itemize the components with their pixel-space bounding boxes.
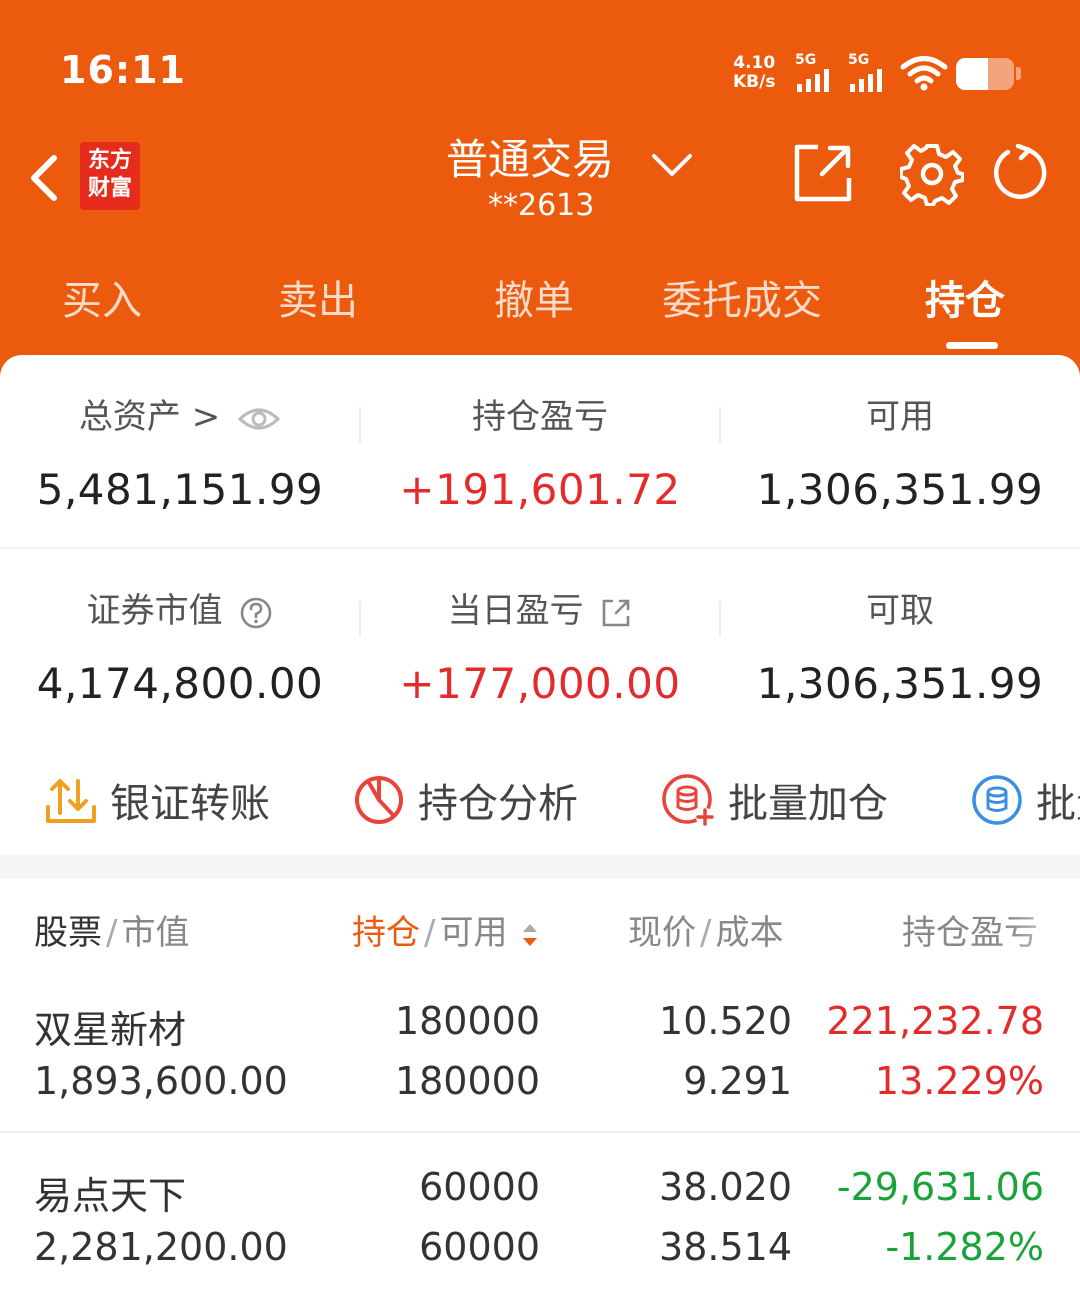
tab-sell[interactable]: 卖出 — [278, 268, 358, 326]
sort-icon — [523, 923, 538, 946]
page-title: 普通交易 — [446, 135, 615, 184]
position-pl-value: +191,601.72 — [399, 465, 681, 514]
column-stock: 股票 / 市值 — [34, 913, 190, 953]
help-icon[interactable] — [239, 596, 273, 630]
status-bar: 16:11 4.10 KB/s 5G 5G — [0, 0, 1080, 110]
profit-loss-amount: 221,232.78 — [826, 999, 1044, 1043]
available-qty: 60000 — [419, 1225, 540, 1269]
signal-1-icon: 5G — [795, 52, 839, 92]
eye-icon[interactable] — [237, 404, 281, 434]
daily-profit-loss[interactable]: 当日盈亏 +177,000.00 — [360, 589, 720, 708]
trade-tabs: 买入 卖出 撤单 委托成交 持仓 — [0, 250, 1080, 350]
available-value: 1,306,351.99 — [756, 465, 1044, 514]
column-position-sort[interactable]: 持仓 / 可用 — [352, 905, 540, 954]
wifi-icon — [900, 56, 948, 91]
column-price: 现价 / 成本 — [628, 913, 784, 953]
cost-price: 9.291 — [683, 1059, 792, 1103]
batch-button[interactable]: 批量 — [970, 770, 1080, 830]
stock-name: 易点天下 — [34, 1174, 187, 1218]
total-assets-value: 5,481,151.99 — [36, 465, 324, 514]
positions-panel: 总资产 > 5,481,151.99 持仓盈亏 +191,601.72 可用 1… — [0, 355, 1080, 1303]
signal-2-icon: 5G — [848, 52, 892, 92]
cost-price: 38.514 — [659, 1225, 792, 1269]
back-icon[interactable] — [26, 150, 62, 206]
market-value-value: 4,174,800.00 — [36, 659, 324, 708]
account-switcher[interactable]: 普通交易 **2613 — [440, 126, 700, 226]
database-icon — [972, 775, 1022, 825]
position-analysis-button[interactable]: 持仓分析 — [352, 770, 578, 830]
profit-loss-percent: 13.229% — [874, 1059, 1044, 1103]
pie-chart-icon — [355, 776, 403, 824]
status-time: 16:11 — [60, 48, 186, 92]
database-add-icon — [662, 774, 714, 826]
withdrawable-funds: 可取 1,306,351.99 — [720, 589, 1080, 708]
active-tab-indicator — [946, 342, 998, 349]
withdrawable-value: 1,306,351.99 — [756, 659, 1044, 708]
daily-pl-value: +177,000.00 — [399, 659, 681, 708]
bank-transfer-button[interactable]: 银证转账 — [44, 770, 270, 830]
available-funds: 可用 1,306,351.99 — [720, 395, 1080, 514]
available-qty: 180000 — [394, 1059, 540, 1103]
tab-orders[interactable]: 委托成交 — [662, 268, 822, 326]
share-icon[interactable] — [792, 142, 854, 204]
total-assets[interactable]: 总资产 > 5,481,151.99 — [0, 395, 360, 514]
positions-table-header: 股票 / 市值 持仓 / 可用 现价 / 成本 持仓盈亏 — [0, 885, 1080, 965]
table-row[interactable]: 易点天下 2,281,200.00 60000 60000 38.020 38.… — [0, 1151, 1080, 1303]
position-profit-loss: 持仓盈亏 +191,601.72 — [360, 395, 720, 514]
transfer-icon — [46, 779, 96, 823]
profit-loss-percent: -1.282% — [885, 1225, 1044, 1269]
table-row[interactable]: 双星新材 1,893,600.00 180000 180000 10.520 9… — [0, 985, 1080, 1145]
tab-positions[interactable]: 持仓 — [925, 268, 1005, 326]
stock-market-value: 2,281,200.00 — [34, 1225, 288, 1269]
position-qty: 180000 — [394, 999, 540, 1043]
current-price: 38.020 — [659, 1165, 792, 1209]
chevron-down-icon — [652, 154, 692, 176]
securities-market-value: 证券市值 4,174,800.00 — [0, 589, 360, 708]
battery-icon — [956, 58, 1014, 90]
batch-add-button[interactable]: 批量加仓 — [660, 770, 888, 830]
app-header: 东方 财富 普通交易 **2613 — [0, 110, 1080, 235]
tab-buy[interactable]: 买入 — [62, 268, 142, 326]
network-speed: 4.10 KB/s — [733, 53, 776, 92]
account-number: **2613 — [488, 188, 595, 223]
profit-loss-amount: -29,631.06 — [836, 1165, 1044, 1209]
tab-cancel[interactable]: 撤单 — [494, 268, 574, 326]
position-qty: 60000 — [419, 1165, 540, 1209]
stock-market-value: 1,893,600.00 — [34, 1059, 288, 1103]
refresh-icon[interactable] — [990, 142, 1050, 204]
gear-icon[interactable] — [900, 142, 964, 206]
stock-name: 双星新材 — [34, 1008, 187, 1052]
external-link-icon — [603, 599, 630, 626]
current-price: 10.520 — [659, 999, 792, 1043]
app-logo: 东方 财富 — [80, 142, 140, 210]
